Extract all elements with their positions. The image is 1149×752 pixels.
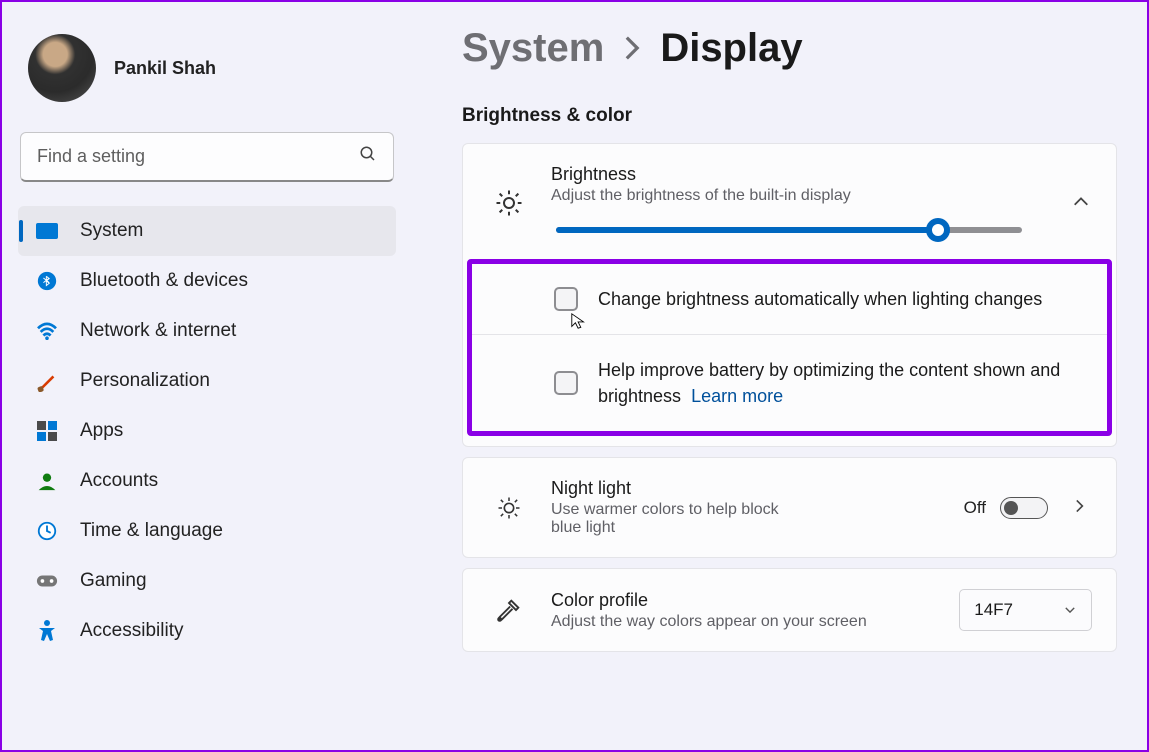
clock-globe-icon	[36, 520, 58, 542]
night-light-subtitle: Use warmer colors to help block blue lig…	[551, 501, 781, 537]
nav-label: Accessibility	[80, 620, 183, 642]
gamepad-icon	[36, 570, 58, 592]
cursor-icon	[570, 312, 588, 330]
auto-brightness-row[interactable]: Change brightness automatically when lig…	[472, 264, 1107, 335]
wifi-icon	[36, 320, 58, 342]
night-light-card[interactable]: Night light Use warmer colors to help bl…	[462, 457, 1117, 558]
nav-item-apps[interactable]: Apps	[18, 406, 396, 456]
nav-label: Network & internet	[80, 320, 236, 342]
bluetooth-icon	[36, 270, 58, 292]
nav-label: Gaming	[80, 570, 147, 592]
avatar	[28, 34, 96, 102]
brightness-card: Brightness Adjust the brightness of the …	[462, 143, 1117, 447]
nav-label: Apps	[80, 420, 123, 442]
breadcrumb-parent[interactable]: System	[462, 26, 604, 71]
nav-label: Time & language	[80, 520, 223, 542]
battery-optimize-text: Help improve battery by optimizing the c…	[598, 360, 1060, 406]
auto-brightness-label: Change brightness automatically when lig…	[598, 286, 1042, 312]
learn-more-link[interactable]: Learn more	[691, 386, 783, 406]
nav-item-network[interactable]: Network & internet	[18, 306, 396, 356]
chevron-right-icon	[624, 35, 640, 68]
nav-item-bluetooth[interactable]: Bluetooth & devices	[18, 256, 396, 306]
accessibility-icon	[36, 620, 58, 642]
main-content: System Display Brightness & color Bright…	[412, 2, 1147, 750]
nav-item-accounts[interactable]: Accounts	[18, 456, 396, 506]
profile-name: Pankil Shah	[114, 58, 216, 79]
chevron-right-icon[interactable]	[1072, 498, 1092, 518]
eyedropper-icon	[487, 596, 531, 624]
nav-item-personalization[interactable]: Personalization	[18, 356, 396, 406]
color-profile-card[interactable]: Color profile Adjust the way colors appe…	[462, 568, 1117, 652]
auto-brightness-checkbox[interactable]	[554, 287, 578, 311]
nav-label: Accounts	[80, 470, 158, 492]
color-profile-value: 14F7	[974, 600, 1013, 620]
chevron-down-icon	[1063, 603, 1077, 617]
brightness-subtitle: Adjust the brightness of the built-in di…	[551, 187, 1072, 205]
color-profile-select[interactable]: 14F7	[959, 589, 1092, 631]
highlighted-region: Change brightness automatically when lig…	[467, 259, 1112, 436]
night-light-icon	[487, 494, 531, 522]
search-icon	[359, 145, 377, 168]
slider-thumb[interactable]	[926, 218, 950, 242]
paintbrush-icon	[36, 370, 58, 392]
person-icon	[36, 470, 58, 492]
battery-optimize-checkbox[interactable]	[554, 371, 578, 395]
night-light-state: Off	[964, 498, 986, 518]
nav-label: Bluetooth & devices	[80, 270, 248, 292]
nav-label: System	[80, 220, 143, 242]
nav-item-system[interactable]: System	[18, 206, 396, 256]
slider-fill	[556, 227, 938, 233]
battery-optimize-row[interactable]: Help improve battery by optimizing the c…	[472, 335, 1107, 431]
nav-list: System Bluetooth & devices Network & int…	[18, 206, 396, 656]
profile-block[interactable]: Pankil Shah	[18, 24, 396, 132]
chevron-up-icon[interactable]	[1072, 193, 1092, 213]
color-profile-title: Color profile	[551, 590, 959, 611]
breadcrumb-current: Display	[660, 26, 802, 71]
breadcrumb: System Display	[462, 26, 1117, 71]
nav-label: Personalization	[80, 370, 210, 392]
apps-icon	[36, 420, 58, 442]
section-title: Brightness & color	[462, 105, 1117, 127]
search-input[interactable]	[37, 146, 359, 167]
color-profile-subtitle: Adjust the way colors appear on your scr…	[551, 613, 881, 631]
nav-item-gaming[interactable]: Gaming	[18, 556, 396, 606]
search-box[interactable]	[20, 132, 394, 182]
battery-optimize-label: Help improve battery by optimizing the c…	[598, 357, 1087, 409]
nav-item-time[interactable]: Time & language	[18, 506, 396, 556]
night-light-toggle[interactable]	[1000, 497, 1048, 519]
night-light-title: Night light	[551, 478, 964, 499]
nav-item-accessibility[interactable]: Accessibility	[18, 606, 396, 656]
brightness-header-row[interactable]: Brightness Adjust the brightness of the …	[463, 144, 1116, 261]
brightness-icon	[487, 188, 531, 218]
brightness-slider[interactable]	[556, 227, 1022, 233]
settings-sidebar: Pankil Shah System Bluetooth & devices	[2, 2, 412, 750]
system-icon	[36, 220, 58, 242]
brightness-title: Brightness	[551, 164, 1072, 185]
